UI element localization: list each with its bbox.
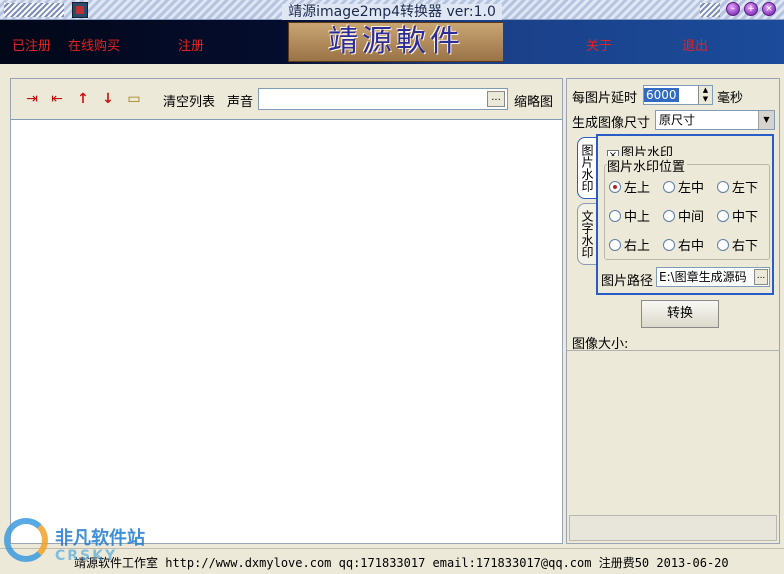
size-select[interactable]: 原尺寸 ▼ <box>655 110 775 130</box>
minimize-icon[interactable]: – <box>726 2 740 16</box>
delay-input[interactable]: 6000 ▲ ▼ <box>643 85 713 105</box>
sound-browse-button[interactable]: ... <box>487 91 505 107</box>
tab-image-watermark[interactable]: 图片水印 <box>577 137 597 199</box>
about-link[interactable]: 关于 <box>586 35 612 54</box>
sound-input[interactable]: ... <box>258 88 508 110</box>
image-watermark-panel: ×图片水印 图片水印位置 左上 左中 左下 中上 中间 中下 右上 右中 右下 … <box>596 134 774 295</box>
radio-top-center[interactable]: 左中 <box>663 177 704 196</box>
banner: 已注册 在线购买 注册 靖源軟件 关于 退出 <box>0 20 784 64</box>
watermark-en-text: CRSKY <box>55 548 118 564</box>
watermark-ring-icon <box>4 518 48 562</box>
brand-logo: 靖源軟件 <box>288 22 504 62</box>
delay-spinner[interactable]: ▲ ▼ <box>698 86 712 104</box>
remove-files-icon[interactable]: ⇤ <box>49 91 65 107</box>
radio-top-right[interactable]: 左下 <box>717 177 758 196</box>
exit-link[interactable]: 退出 <box>682 35 708 54</box>
toolbar: ⇥ ⇤ ↑ ↓ ▭ 清空列表 声音 ... 缩略图 <box>11 79 562 119</box>
radio-bottom-right[interactable]: 右下 <box>717 235 758 254</box>
radio-top-left[interactable]: 左上 <box>609 177 650 196</box>
register-link[interactable]: 注册 <box>178 35 204 54</box>
delay-label: 每图片延时 <box>572 91 638 106</box>
registered-link[interactable]: 已注册 <box>12 35 51 54</box>
watermark-cn-text: 非凡软件站 <box>55 528 145 549</box>
convert-button[interactable]: 转换 <box>641 300 719 328</box>
delay-unit: 毫秒 <box>717 91 744 106</box>
maximize-icon[interactable]: + <box>744 2 758 16</box>
site-watermark-logo: 非凡软件站 CRSKY <box>0 514 165 574</box>
image-file-list[interactable] <box>11 119 562 543</box>
open-folder-icon[interactable]: ▭ <box>126 91 142 107</box>
preview-area <box>567 350 779 543</box>
tab-text-watermark[interactable]: 文字水印 <box>577 203 597 265</box>
title-grip-right <box>700 3 720 17</box>
radio-middle-center[interactable]: 中间 <box>663 206 704 225</box>
settings-panel: 每图片延时 6000 ▲ ▼ 毫秒 生成图像尺寸 原尺寸 ▼ 图片水印 文字水印 … <box>566 78 780 544</box>
file-panel: ⇥ ⇤ ↑ ↓ ▭ 清空列表 声音 ... 缩略图 <box>10 78 563 544</box>
radio-middle-left[interactable]: 中上 <box>609 206 650 225</box>
thumbnail-toggle[interactable]: 缩略图 <box>514 91 553 110</box>
add-files-icon[interactable]: ⇥ <box>24 91 40 107</box>
move-up-icon[interactable]: ↑ <box>75 91 91 107</box>
chevron-down-icon[interactable]: ▼ <box>758 111 774 129</box>
position-group-title: 图片水印位置 <box>607 156 688 175</box>
status-text: 靖源软件工作室 http://www.dxmylove.com qq:17183… <box>74 556 729 570</box>
move-down-icon[interactable]: ↓ <box>100 91 116 107</box>
sound-label: 声音 <box>227 95 254 110</box>
close-icon[interactable]: × <box>762 2 776 16</box>
radio-middle-right[interactable]: 中下 <box>717 206 758 225</box>
image-path-label: 图片路径 <box>601 274 654 289</box>
buy-online-link[interactable]: 在线购买 <box>68 35 120 54</box>
preview-status-box <box>569 515 777 541</box>
image-path-browse-button[interactable]: ... <box>754 269 768 285</box>
brand-logo-text: 靖源軟件 <box>328 24 464 59</box>
radio-bottom-left[interactable]: 右上 <box>609 235 650 254</box>
watermark-position-group: 图片水印位置 左上 左中 左下 中上 中间 中下 右上 右中 右下 <box>604 156 770 260</box>
title-bar[interactable]: 靖源image2mp4转换器 ver:1.0 – + × <box>0 0 784 20</box>
radio-bottom-center[interactable]: 右中 <box>663 235 704 254</box>
clear-list-button[interactable]: 清空列表 <box>163 91 215 110</box>
size-label: 生成图像尺寸 <box>572 116 651 131</box>
window-title: 靖源image2mp4转换器 ver:1.0 <box>0 1 784 21</box>
image-path-input[interactable]: E:\图章生成源码 ... <box>656 267 770 287</box>
